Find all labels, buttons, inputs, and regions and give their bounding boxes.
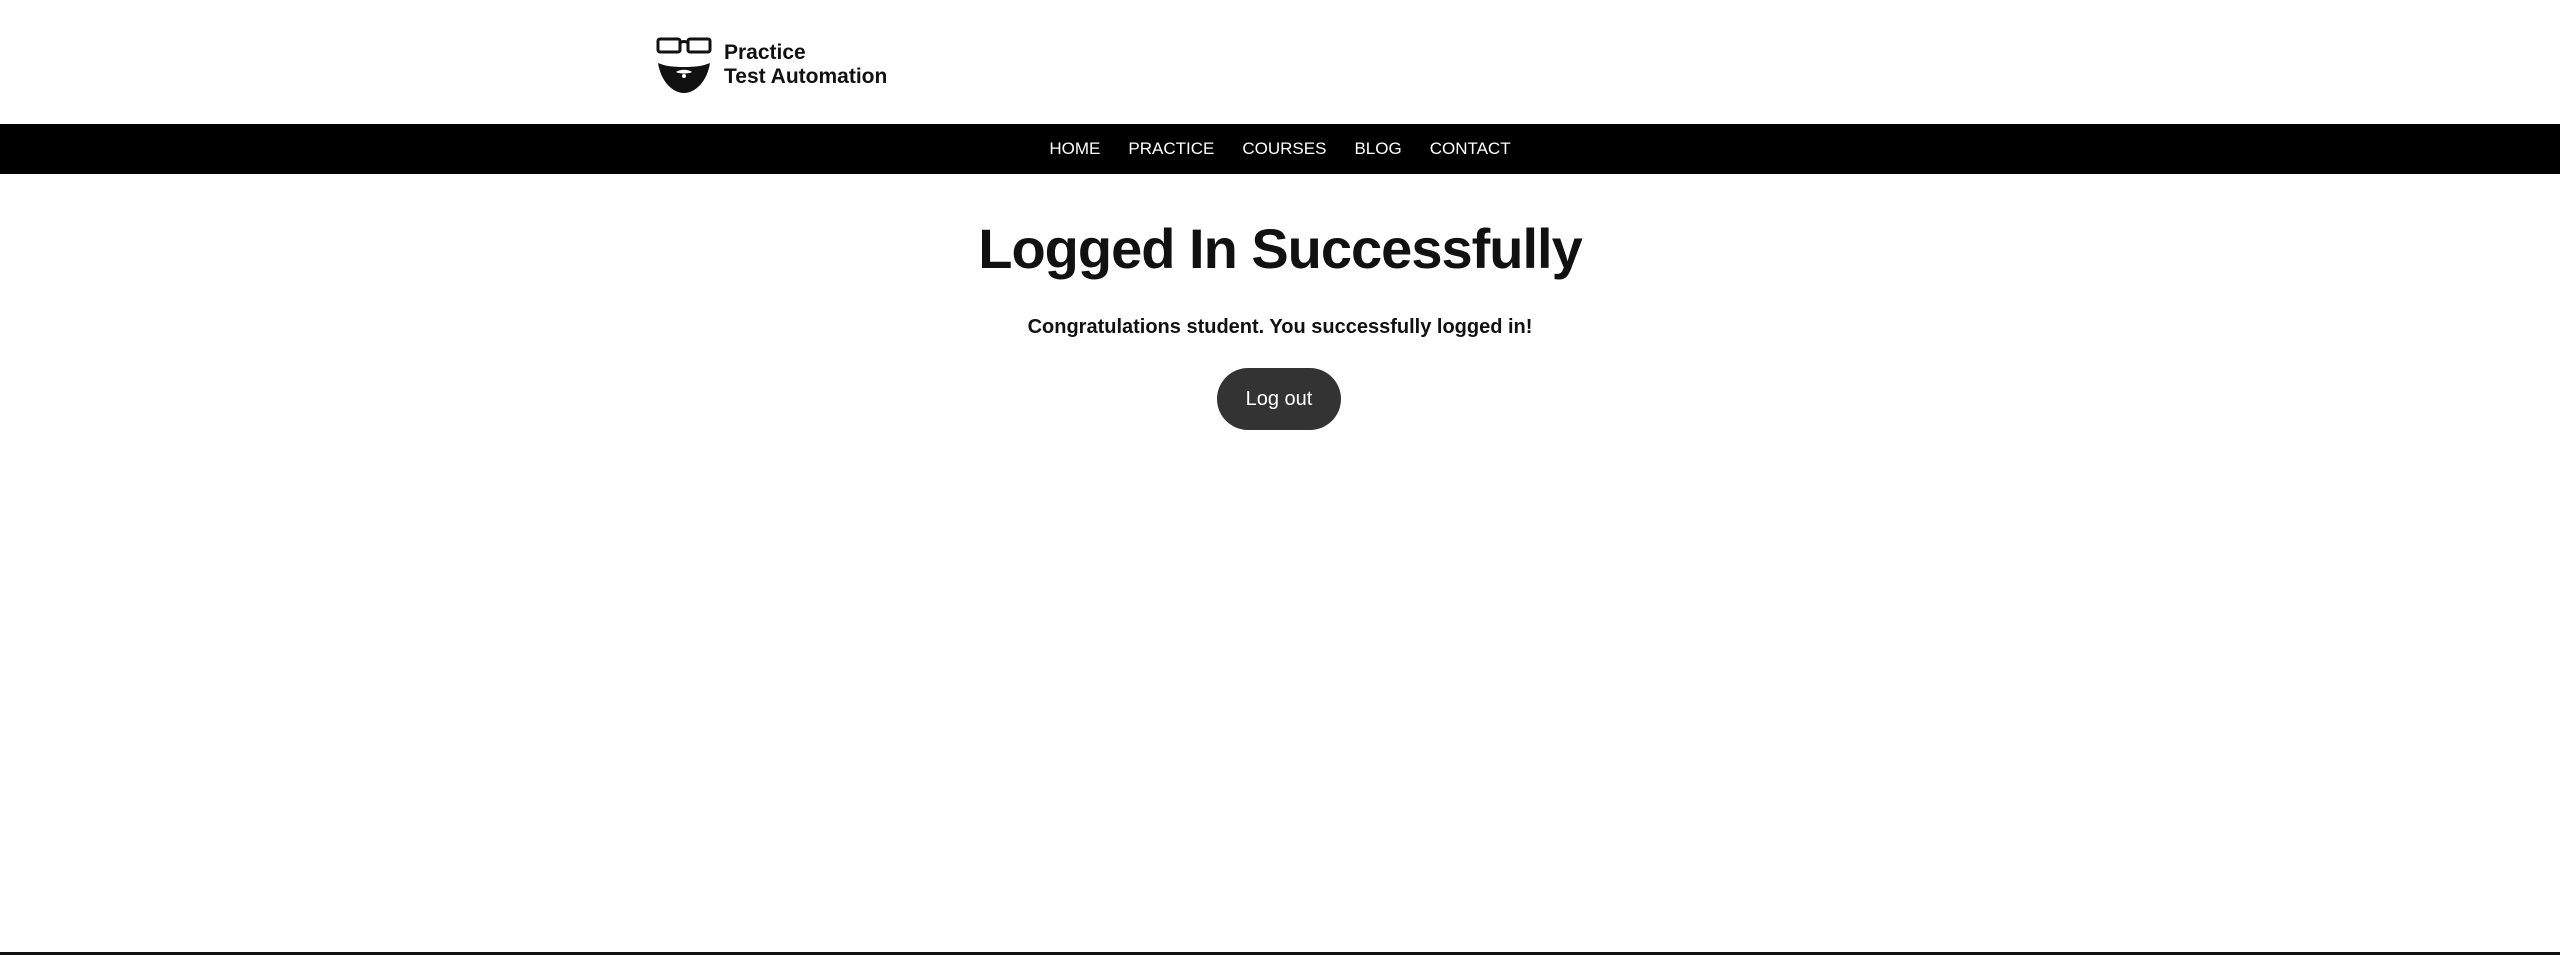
brand-logo-link[interactable]: Practice Test Automation (656, 34, 887, 96)
success-message: Congratulations student. You successfull… (1027, 316, 1533, 338)
nav-menu: HOME PRACTICE COURSES BLOG CONTACT (0, 124, 2560, 174)
glasses-beard-icon (656, 37, 712, 93)
nav-item-home[interactable]: HOME (1035, 124, 1114, 174)
brand-line-test-automation: Test Automation (724, 65, 888, 88)
main-content: Logged In Successfully Congratulations s… (0, 174, 2560, 955)
main-navigation: HOME PRACTICE COURSES BLOG CONTACT (0, 124, 2560, 174)
page: Practice Test Automation HOME PRACTICE C… (0, 0, 2560, 955)
page-title: Logged In Successfully (978, 217, 1582, 280)
nav-item-practice[interactable]: PRACTICE (1114, 124, 1228, 174)
nav-item-contact[interactable]: CONTACT (1416, 124, 1525, 174)
logout-button[interactable]: Log out (1217, 368, 1341, 430)
nav-item-blog[interactable]: BLOG (1340, 124, 1415, 174)
nav-item-courses[interactable]: COURSES (1228, 124, 1340, 174)
brand-name: Practice Test Automation (724, 41, 887, 89)
brand-line-practice: Practice (724, 41, 806, 64)
site-header: Practice Test Automation (0, 0, 2560, 124)
